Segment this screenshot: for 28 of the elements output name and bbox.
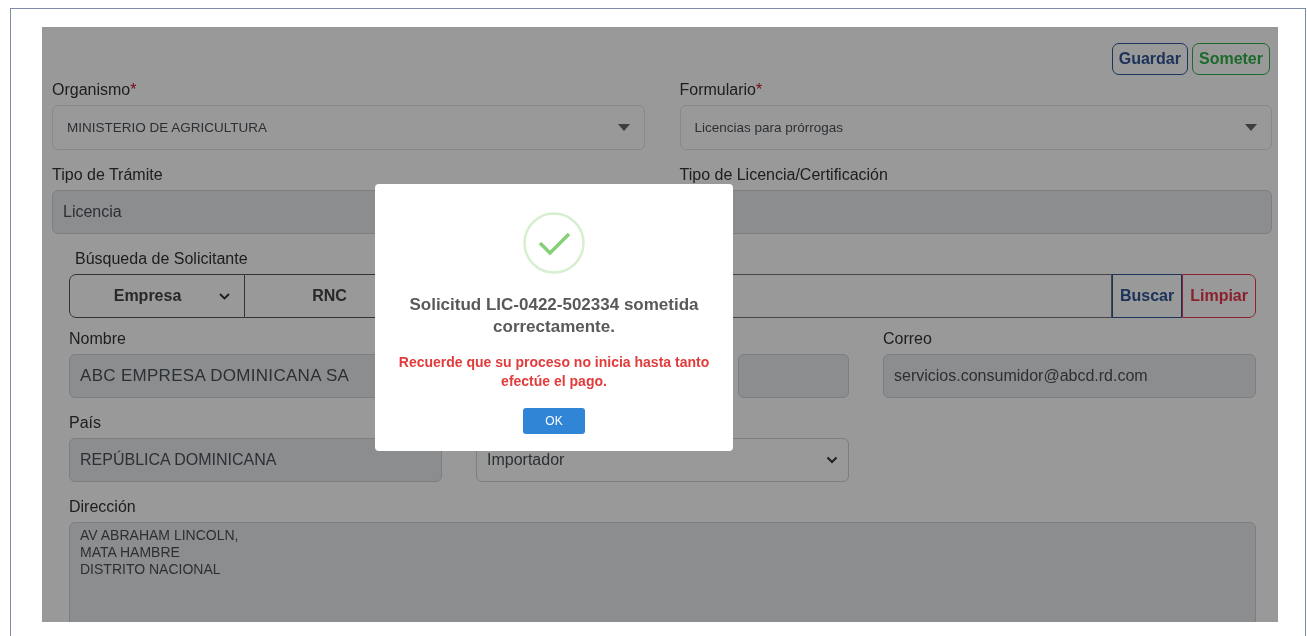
field-label: País bbox=[69, 413, 101, 432]
action-button[interactable]: Guardar bbox=[1111, 43, 1188, 75]
caret-icon bbox=[1245, 124, 1257, 131]
field-label: Correo bbox=[883, 329, 932, 348]
dropdown-field[interactable]: MINISTERIO DE AGRICULTURA bbox=[52, 105, 645, 150]
check-icon bbox=[523, 212, 585, 274]
dropdown-field[interactable]: Licencias para prórrogas bbox=[679, 105, 1272, 150]
address-field[interactable]: AV ABRAHAM LINCOLN, MATA HAMBRE DISTRITO NACIONAL bbox=[69, 522, 1256, 622]
search-action-button[interactable]: Limpiar bbox=[1182, 274, 1256, 318]
search-action-button[interactable]: Buscar bbox=[1111, 274, 1183, 318]
field-label: Nombre bbox=[69, 329, 126, 348]
required-mark: * bbox=[755, 80, 763, 99]
field-label: Dirección bbox=[69, 497, 136, 516]
chevron-icon bbox=[219, 292, 231, 300]
action-button[interactable]: Someter bbox=[1191, 43, 1270, 75]
type-select[interactable]: Empresa bbox=[69, 274, 245, 318]
field-label: Formulario bbox=[679, 80, 756, 99]
field-label: Organismo bbox=[52, 80, 131, 99]
caret-icon bbox=[617, 124, 630, 131]
text-field[interactable]: servicios.consumidor@abcd.rd.com bbox=[883, 354, 1256, 398]
field-label: Tipo de Trámite bbox=[52, 165, 163, 184]
text-field[interactable]: REPÚBLICA DOMINICANA bbox=[69, 438, 442, 482]
section-label: Búsqueda de Solicitante bbox=[75, 249, 249, 268]
chevron-icon bbox=[826, 456, 838, 464]
text-field[interactable] bbox=[738, 354, 849, 398]
ok-button[interactable]: OK bbox=[523, 408, 585, 434]
field-label: Tipo de Licencia/Certificación bbox=[679, 165, 888, 184]
required-mark: * bbox=[130, 80, 137, 99]
